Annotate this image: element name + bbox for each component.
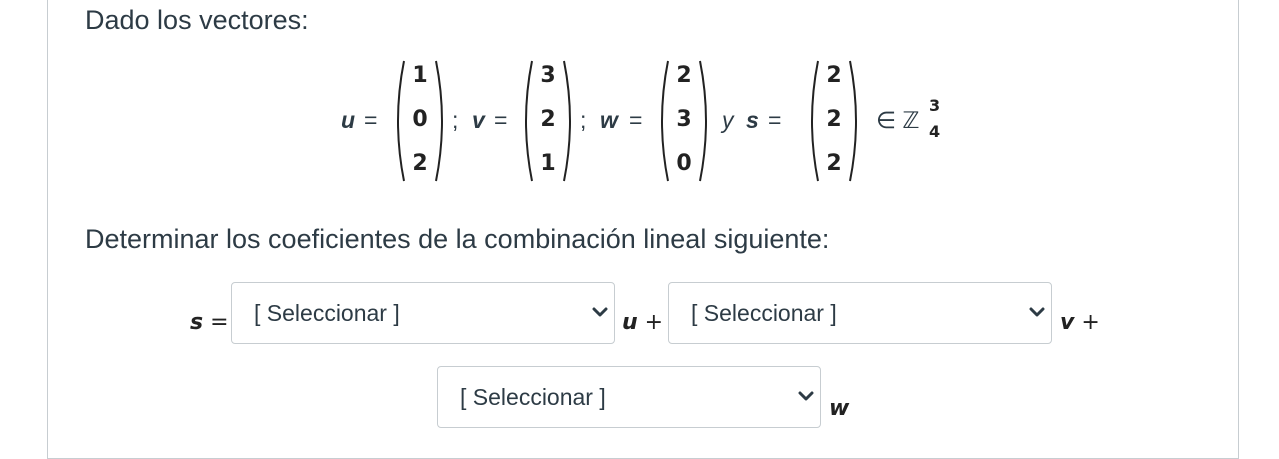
- coefficient-w-select[interactable]: [ Seleccionar ]: [437, 366, 821, 428]
- equation-lhs: s =: [190, 310, 229, 335]
- vector-s: 2 2 2: [804, 58, 864, 184]
- question-intro: Dado los vectores:: [85, 5, 309, 35]
- select-value: [ Seleccionar ]: [460, 384, 606, 410]
- separator: ;: [452, 107, 459, 133]
- equals-sign: =: [768, 107, 782, 133]
- separator: ;: [580, 107, 587, 133]
- vector-s-entry: 2: [826, 151, 842, 176]
- vector-v-entry: 3: [540, 63, 556, 88]
- set-membership: ∈ ℤ: [876, 107, 920, 133]
- vector-s-entry: 2: [826, 107, 842, 132]
- equals-sign: =: [364, 107, 378, 133]
- vector-w-entry: 2: [676, 63, 692, 88]
- vector-w-label: w: [600, 107, 618, 133]
- chevron-down-icon: [1029, 307, 1045, 317]
- set-superscript: 3: [929, 96, 941, 115]
- vector-w-entry: 3: [676, 107, 692, 132]
- vector-v-entry: 1: [540, 151, 556, 176]
- chevron-down-icon: [592, 307, 608, 317]
- vector-u-label: u: [341, 107, 356, 133]
- coefficient-v-select[interactable]: [ Seleccionar ]: [668, 282, 1052, 344]
- term-v-label: v +: [1060, 310, 1100, 335]
- vector-v-entry: 2: [540, 107, 556, 132]
- vector-s-label: s: [746, 107, 759, 133]
- select-value: [ Seleccionar ]: [691, 300, 837, 326]
- vector-v-label: v: [472, 107, 485, 133]
- chevron-down-icon: [798, 391, 814, 401]
- coefficient-u-select[interactable]: [ Seleccionar ]: [231, 282, 615, 344]
- vector-w-entry: 0: [676, 151, 692, 176]
- vector-s-entry: 2: [826, 63, 842, 88]
- term-w-label: w: [829, 396, 850, 421]
- vector-u-entry: 2: [412, 151, 428, 176]
- conjunction-text: y: [722, 107, 734, 133]
- vector-v: 3 2 1: [518, 58, 578, 184]
- vector-u: 1 0 2: [390, 58, 450, 184]
- select-value: [ Seleccionar ]: [254, 300, 400, 326]
- vector-u-entry: 1: [412, 63, 428, 88]
- equals-sign: =: [494, 107, 508, 133]
- equals-sign: =: [629, 107, 643, 133]
- question-instruction: Determinar los coeficientes de la combin…: [85, 224, 830, 254]
- set-subscript: 4: [929, 122, 941, 141]
- vector-w: 2 3 0: [654, 58, 714, 184]
- term-u-label: u +: [622, 310, 664, 335]
- vector-u-entry: 0: [412, 107, 428, 132]
